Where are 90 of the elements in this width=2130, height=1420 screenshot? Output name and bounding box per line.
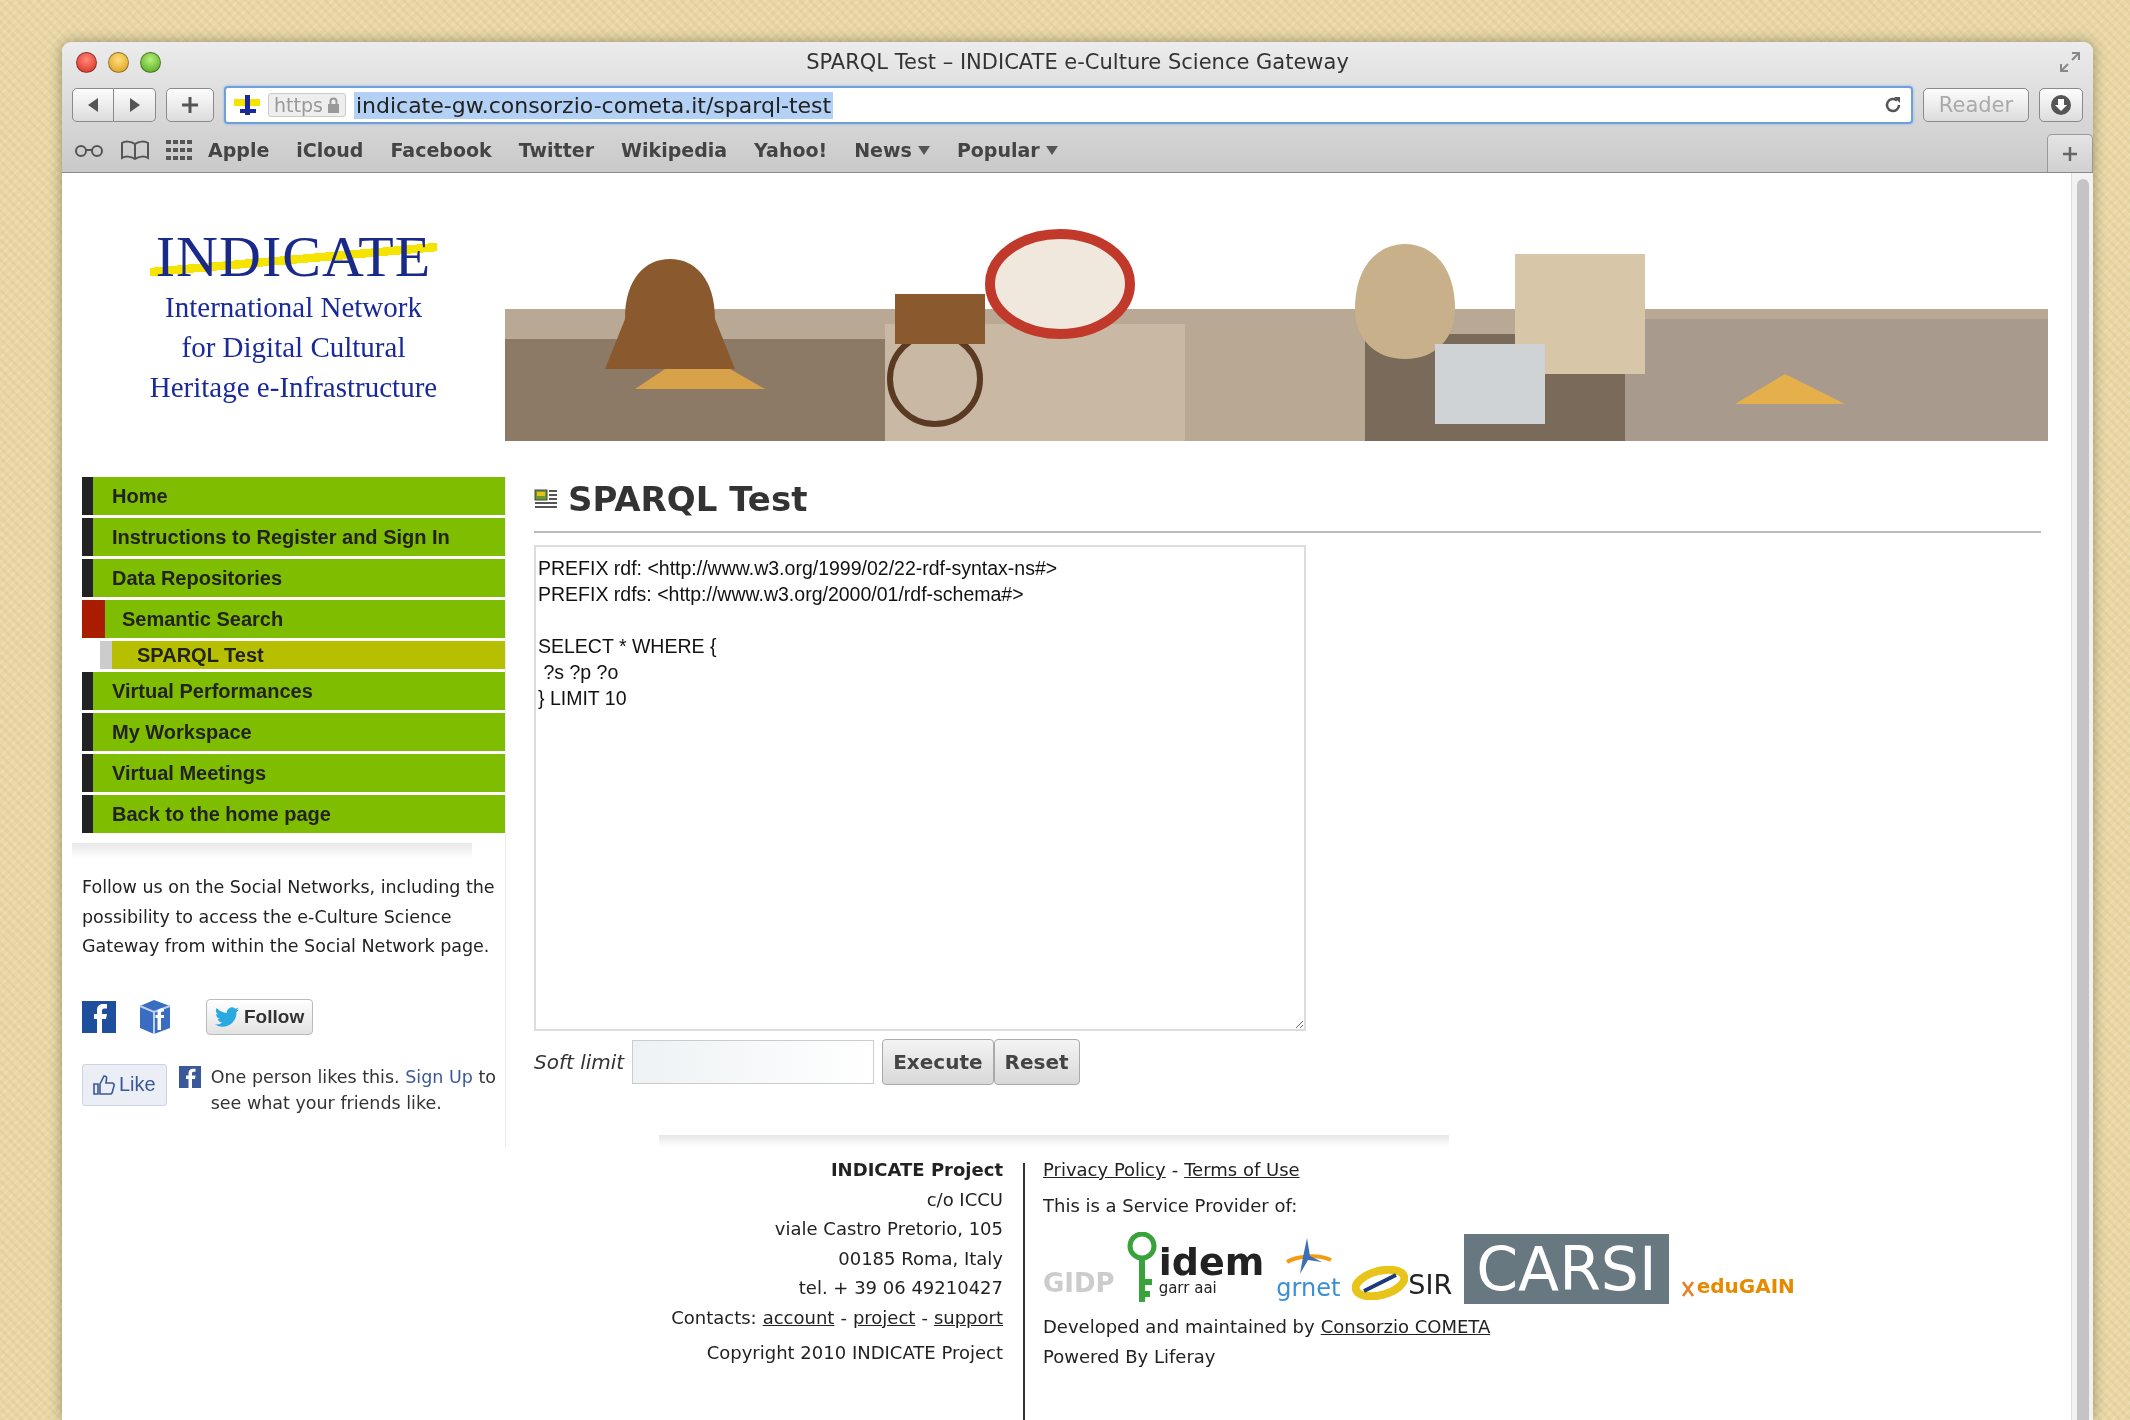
address-field[interactable]: https indicate-gw.consorzio-cometa.it/sparql-test	[224, 86, 1913, 124]
portlet-icon	[534, 488, 558, 510]
nav-item[interactable]: Semantic Search	[82, 600, 505, 638]
https-badge: https	[268, 93, 346, 117]
like-button[interactable]: Like	[82, 1063, 167, 1106]
url-text: indicate-gw.consorzio-cometa.it/sparql-test	[353, 91, 834, 119]
federation-logo: SIR	[1408, 1269, 1453, 1300]
soft-limit-label: Soft limit	[534, 1050, 625, 1074]
lock-icon	[326, 97, 340, 113]
close-button[interactable]	[76, 51, 97, 73]
minimize-button[interactable]	[108, 51, 129, 73]
bookmark-link[interactable]: iCloud	[296, 139, 364, 161]
nav-item[interactable]: Back to the home page	[82, 795, 505, 833]
social-text: Follow us on the Social Networks, including the possibility to access the e-Culture Science Gateway from within the Social Network page.	[82, 876, 496, 958]
policy-link[interactable]: Privacy Policy	[1043, 1155, 1166, 1185]
sign-up-link[interactable]: Sign Up	[405, 1066, 473, 1087]
bookmark-link[interactable]: Wikipedia	[621, 139, 728, 161]
contact-link[interactable]: project	[852, 1302, 916, 1332]
soft-limit-field[interactable]	[632, 1040, 875, 1084]
bookmark-link[interactable]: News	[854, 139, 930, 161]
separator-dash: -	[840, 1305, 847, 1330]
ring-icon	[1352, 1266, 1409, 1300]
separator-dash: -	[921, 1305, 928, 1330]
logo-tagline: International Network	[165, 290, 422, 325]
page-title: SPARQL Test	[568, 479, 808, 519]
federation-logo: eduGAIN	[1696, 1274, 1795, 1298]
caret-icon	[917, 145, 930, 155]
nav-item[interactable]: Home	[82, 477, 505, 515]
project-name: INDICATE Project	[830, 1158, 1003, 1182]
bookmark-link[interactable]: Yahoo!	[754, 139, 828, 161]
contacts-label: Contacts:	[671, 1305, 757, 1330]
copyright-text: Copyright 2010 INDICATE Project	[706, 1341, 1003, 1365]
bookmarks-book-icon[interactable]	[120, 140, 150, 160]
facebook-icon	[178, 1065, 201, 1088]
person-key-icon	[1126, 1232, 1157, 1304]
forward-arrow-icon	[127, 97, 142, 113]
zoom-button[interactable]	[140, 51, 161, 73]
developed-text: Developed and maintained by	[1043, 1315, 1315, 1339]
bookmark-link[interactable]: Twitter	[518, 139, 595, 161]
caret-icon	[1045, 145, 1058, 155]
back-button[interactable]	[72, 88, 114, 122]
federation-logo: CARSI	[1464, 1234, 1669, 1304]
reset-button[interactable]: Reset	[993, 1039, 1080, 1085]
bookmark-link[interactable]: Apple	[208, 139, 270, 161]
add-tab-button[interactable]	[2047, 134, 2093, 172]
top-sites-grid-icon[interactable]	[166, 140, 192, 160]
bookmark-link[interactable]: Popular	[956, 139, 1058, 161]
like-text: One person likes this. Sign Up to see what your friends like.	[210, 1065, 497, 1115]
execute-button[interactable]: Execute	[882, 1039, 994, 1085]
nav-item[interactable]: Virtual Performances	[82, 672, 505, 710]
nav-item[interactable]: Virtual Meetings	[82, 754, 505, 792]
contact-link[interactable]: support	[933, 1302, 1003, 1332]
federation-logo: idem	[1158, 1243, 1265, 1281]
nav-item[interactable]: Data Repositories	[82, 559, 505, 597]
nav-subitem[interactable]: SPARQL Test	[100, 641, 505, 669]
fullscreen-icon[interactable]	[2059, 51, 2081, 73]
forward-button[interactable]	[114, 88, 156, 122]
federation-logo: grnet	[1276, 1276, 1341, 1304]
facebook-icon[interactable]	[82, 1000, 116, 1033]
logo-tagline: Heritage e-Infrastructure	[149, 370, 438, 405]
reload-icon[interactable]	[1883, 95, 1903, 115]
downloads-button[interactable]	[2039, 88, 2083, 122]
powered-text: Powered By Liferay	[1043, 1344, 1217, 1369]
address-line: viale Castro Pretorio, 105	[774, 1217, 1003, 1241]
provider-text: This is a Service Provider of:	[1043, 1193, 1299, 1218]
bird-icon	[215, 1006, 239, 1027]
contact-link[interactable]: account	[762, 1302, 835, 1332]
query-field[interactable]: PREFIX rdf: <http://www.w3.org/1999/02/22-rdf-syntax-ns#> PREFIX rdfs: <http://www.w3.org/2000/01/rdf-schema#> SELECT * WHERE { ?s ?p ?o } LIMIT 10	[534, 545, 1306, 1031]
developer-link[interactable]: Consorzio COMETA	[1320, 1312, 1491, 1342]
nav-item[interactable]: Instructions to Register and Sign In	[82, 518, 505, 556]
new-tab-button[interactable]	[166, 88, 214, 122]
site-favicon-icon	[234, 94, 260, 116]
plus-icon	[2062, 145, 2078, 162]
window-title: SPARQL Test – INDICATE e-Culture Science Gateway	[805, 50, 1350, 74]
plus-icon	[181, 96, 199, 114]
reading-list-icon[interactable]	[74, 142, 104, 158]
address-line: 00185 Roma, Italy	[838, 1246, 1003, 1271]
back-arrow-icon	[86, 97, 100, 113]
logo-tagline: for Digital Cultural	[181, 330, 406, 365]
thumbs-up-icon	[93, 1074, 115, 1095]
policy-link[interactable]: Terms of Use	[1184, 1155, 1300, 1185]
nav-item[interactable]: My Workspace	[82, 713, 505, 751]
separator-dash: -	[1171, 1158, 1179, 1182]
address-line: c/o ICCU	[926, 1187, 1003, 1212]
scrollbar-thumb[interactable]	[2076, 179, 2089, 1420]
federation-logo: garr aai	[1158, 1281, 1218, 1296]
twitter-follow-button[interactable]: Follow	[206, 998, 314, 1035]
bookmark-link[interactable]: Facebook	[390, 139, 492, 161]
address-line: tel. + 39 06 49210427	[798, 1276, 1003, 1300]
scrollbar[interactable]	[2071, 173, 2093, 1420]
